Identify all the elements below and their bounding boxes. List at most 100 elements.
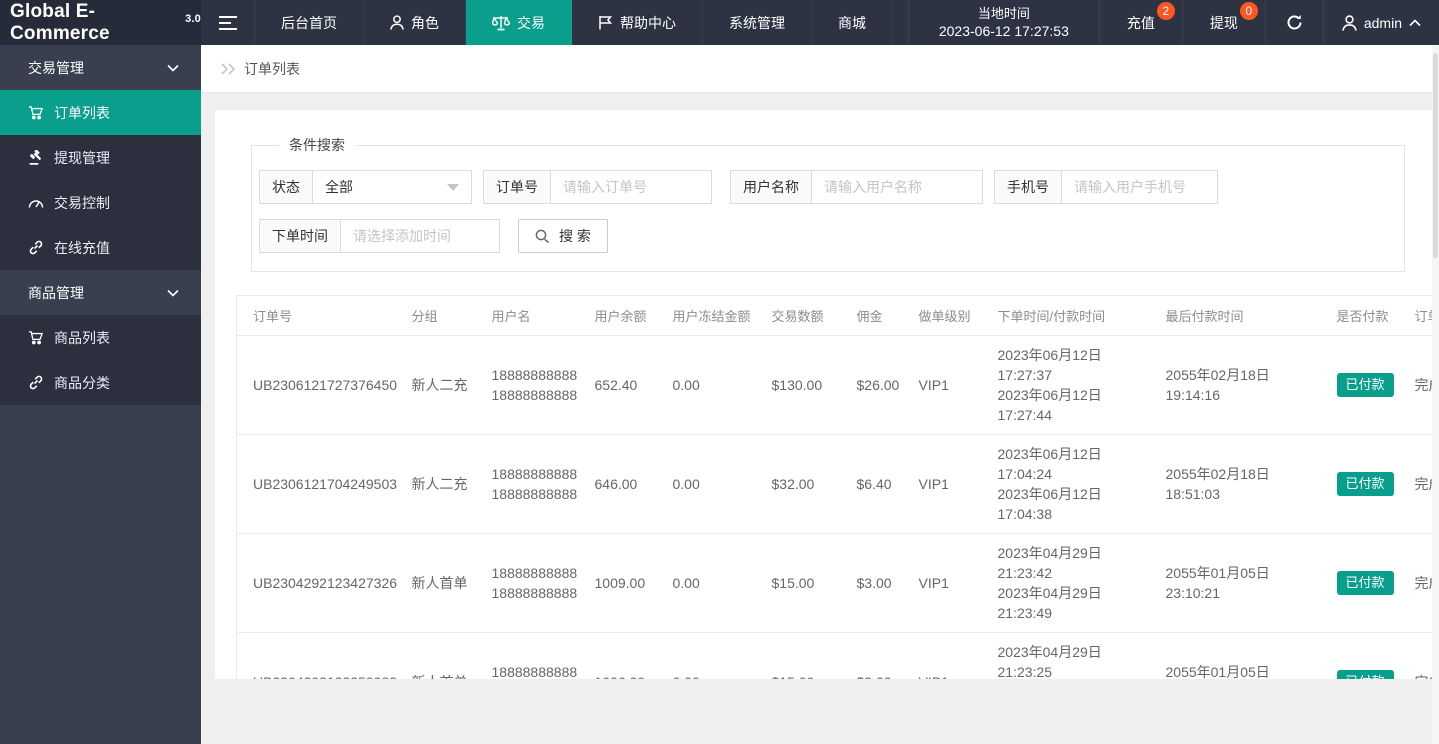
link-icon: [28, 375, 44, 390]
col-header-commission: 佣金: [848, 295, 911, 336]
cell-status: 完成付款: [1406, 533, 1432, 633]
search-icon: [535, 229, 550, 244]
status-select[interactable]: 全部: [313, 171, 471, 203]
cell-group: 新人二充: [403, 434, 484, 534]
cell-group: 新人首单: [403, 533, 484, 633]
search-button[interactable]: 搜 索: [518, 219, 608, 253]
gauge-icon: [28, 196, 44, 209]
gavel-icon: [28, 150, 44, 165]
sidebar-item-withdraw-mgmt[interactable]: 提现管理: [0, 135, 201, 180]
cell-paid: 已付款: [1328, 335, 1407, 435]
status-label: 状态: [260, 171, 313, 203]
brand-logo: Global E-Commerce 3.0: [0, 0, 201, 45]
recharge-button[interactable]: 充值 2: [1100, 0, 1183, 45]
cell-amount: $15.00: [763, 632, 849, 679]
table-body: UB2306121727376450 新人二充 18888888888 1888888…: [236, 335, 1432, 679]
cell-balance: 652.40: [586, 335, 665, 435]
order-no-field: 订单号: [483, 170, 712, 204]
local-time-label: 当地时间: [977, 6, 1030, 21]
nav-item-label: 角色: [411, 14, 439, 31]
sidebar-item-goods-category[interactable]: 商品分类: [0, 360, 201, 405]
withdraw-button[interactable]: 提现 0: [1183, 0, 1266, 45]
search-panel-legend: 条件搜索: [289, 137, 345, 153]
nav-item-label: 交易: [517, 14, 545, 31]
cell-times: 2023年06月12日 17:04:24 2023年06月12日 17:04:38: [989, 434, 1158, 534]
cell-frozen: 0.00: [664, 533, 764, 633]
cell-user: 1888888888818888888888: [483, 434, 587, 534]
nav-item-system[interactable]: 系统管理: [703, 0, 812, 45]
local-time: 当地时间 2023-06-12 17:27:53: [907, 0, 1100, 45]
sidebar-group-trade-mgmt[interactable]: 交易管理: [0, 45, 201, 90]
cell-balance: 1006.00: [586, 632, 665, 679]
nav-item-roles[interactable]: 角色: [364, 0, 466, 45]
nav-item-trade[interactable]: 交易: [466, 0, 572, 45]
recharge-badge: 2: [1156, 2, 1175, 20]
cell-order_no: UB2306121727376450: [236, 335, 404, 435]
col-header-amount: 交易数额: [763, 295, 849, 336]
cell-paid: 已付款: [1328, 533, 1407, 633]
sidebar-item-order-list[interactable]: 订单列表: [0, 90, 201, 135]
cell-times: 2023年04月29日 21:23:42 2023年04月29日 21:23:49: [989, 533, 1158, 633]
col-header-order_no: 订单号: [236, 295, 404, 336]
col-header-frozen: 用户冻结金额: [664, 295, 764, 336]
cell-level: VIP1: [910, 533, 990, 633]
col-header-last_pay: 最后付款时间: [1157, 295, 1329, 336]
col-header-times: 下单时间/付款时间: [989, 295, 1158, 336]
nav-item-home[interactable]: 后台首页: [255, 0, 364, 45]
paid-status-badge: 已付款: [1336, 373, 1394, 397]
cell-frozen: 0.00: [664, 335, 764, 435]
cell-amount: $130.00: [763, 335, 849, 435]
table-row: UB2304292123427326 新人首单 18888888888 1888888…: [236, 533, 1432, 633]
chevron-down-icon: [167, 64, 179, 72]
order-no-input[interactable]: [551, 171, 711, 203]
sidebar-item-goods-list[interactable]: 商品列表: [0, 315, 201, 360]
nav-item-help[interactable]: 帮助中心: [572, 0, 703, 45]
cell-last_pay: 2055年02月18日 19:14:16: [1157, 335, 1329, 435]
withdraw-label: 提现: [1209, 14, 1238, 31]
vertical-scrollbar[interactable]: [1432, 45, 1439, 744]
username-field: 用户名称: [730, 170, 983, 204]
cell-group: 新人二充: [403, 335, 484, 435]
nav-item-label: 帮助中心: [620, 14, 676, 31]
cell-user: 1888888888818888888888: [483, 533, 587, 633]
local-time-value: 2023-06-12 17:27:53: [938, 23, 1069, 39]
chevron-down-icon: [167, 289, 179, 297]
phone-input[interactable]: [1062, 171, 1217, 203]
search-row-2: 下单时间 搜 索: [259, 219, 1390, 253]
sidebar-item-label: 商品分类: [54, 374, 110, 391]
username-label: 用户名称: [731, 171, 812, 203]
sidebar-group-label: 商品管理: [28, 284, 84, 301]
cell-user: 1888888888818888888888: [483, 632, 587, 679]
cell-group: 新人首单: [403, 632, 484, 679]
sidebar-group-goods-mgmt[interactable]: 商品管理: [0, 270, 201, 315]
sidebar-item-label: 在线充值: [54, 239, 110, 256]
sidebar: 交易管理订单列表 提现管理 交易控制在线充值商品管理商品列表商品分类: [0, 45, 201, 744]
main: 订单列表 条件搜索 状态 全部 订单号 请输入订单号 用户名称 请输入用户名称 …: [201, 0, 1439, 744]
topbar-right: 当地时间 2023-06-12 17:27:53 充值 2 提现 0 admin: [907, 0, 1439, 45]
topbar: Global E-Commerce 3.0 后台首页 角色 交易 帮助中心 系统管理 商城…: [0, 0, 1439, 45]
search-panel: 条件搜索 状态 全部 订单号 用户名称: [251, 135, 1405, 272]
breadcrumb-label: 订单列表: [244, 60, 300, 77]
sidebar-item-trade-control[interactable]: 交易控制: [0, 180, 201, 225]
link-icon: [28, 240, 44, 255]
scrollbar-thumb[interactable]: [1433, 53, 1438, 258]
nav-item-mall[interactable]: 商城: [812, 0, 893, 45]
sidebar-group-label: 交易管理: [28, 59, 84, 76]
sidebar-item-online-recharge[interactable]: 在线充值: [0, 225, 201, 270]
cell-frozen: 0.00: [664, 632, 764, 679]
user-menu[interactable]: admin: [1324, 0, 1439, 45]
person-icon: [390, 15, 404, 30]
cell-commission: $26.00: [848, 335, 911, 435]
cell-last_pay: 2055年01月05日 23:10:04: [1157, 632, 1329, 679]
order-time-input[interactable]: [341, 220, 499, 252]
cell-balance: 646.00: [586, 434, 665, 534]
refresh-button[interactable]: [1266, 0, 1324, 45]
username-input[interactable]: [812, 171, 982, 203]
search-row-1: 状态 全部 订单号 用户名称 手机: [259, 170, 1390, 204]
cell-times: 2023年04月29日 21:23:252023年04月29日 21:23:32: [989, 632, 1158, 679]
col-header-status: 订单状态: [1406, 295, 1432, 336]
sidebar-toggle-button[interactable]: [201, 0, 255, 45]
orders-card: 条件搜索 状态 全部 订单号 用户名称: [215, 110, 1432, 679]
orders-table: 订单号 分组 用户名 用户余额 用户冻结金额 交易数额 佣金 做单级别 下单时间/付款时间 最后付…: [236, 295, 1432, 679]
withdraw-badge: 0: [1239, 2, 1258, 20]
